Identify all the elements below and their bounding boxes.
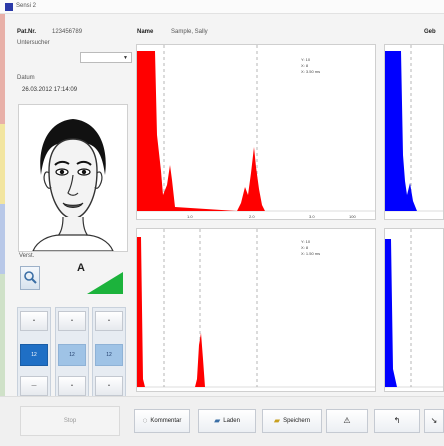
patient-name-label: Name [137,29,154,35]
load-button[interactable]: ▰ Laden [198,409,256,433]
undo-icon: ↰ [393,416,401,425]
bottom-toolbar: Stop ◌ Kommentar ▰ Laden ▰ Speichern ⚠ ↰… [0,396,444,446]
more-button[interactable]: ↘ [424,409,444,433]
channel-3-down-button[interactable]: • [95,376,123,396]
readout-line: X: 3.50 ms [301,69,321,74]
comment-label: Kommentar [150,418,182,424]
waveform-panel-bottom-right[interactable] [384,228,444,392]
arrow-icon: ↘ [430,416,438,425]
amplitude-ramp-icon [87,272,123,294]
comment-button[interactable]: ◌ Kommentar [134,409,190,433]
waveform-plot-2 [137,229,375,388]
zoom-button[interactable] [20,266,40,290]
patient-panel: Pat.Nr. 123456789 Untersucher ▼ Datum 26… [14,26,132,426]
amplitude-control[interactable] [87,272,123,294]
portrait-sketch-icon [32,119,114,252]
axis-tick-label: 1.0 [187,214,193,219]
waveform-plot-4 [385,229,443,388]
save-icon: ▰ [273,416,281,425]
undo-button[interactable]: ↰ [374,409,420,433]
channel-1-down-button[interactable]: — [20,376,48,396]
window-title: Sensi 2 [16,3,37,9]
channel-3-up-button[interactable]: • [95,311,123,331]
channel-2-up-button[interactable]: • [58,311,86,331]
left-color-strip [0,14,5,446]
channel-3-value-button[interactable]: 12 [95,344,123,366]
channel-2-value-button[interactable]: 12 [58,344,86,366]
axis-tick-label: 3.0 [309,214,315,219]
save-button[interactable]: ▰ Speichern [262,409,322,433]
patient-id-label: Pat.Nr. [17,29,37,35]
magnifier-icon [24,271,37,284]
app-icon [5,3,13,11]
stop-button[interactable]: Stop [20,406,120,436]
waveform-panel-bottom-left[interactable]: Y: 10 X: 8 X: 1.50 ms [136,228,376,392]
save-label: Speichern [283,418,311,424]
date-value: 26.03.2012 17:14:09 [22,87,78,93]
folder-open-icon: ▰ [214,416,221,425]
patient-name-value: Sample, Sally [171,29,208,35]
birthdate-label: Geb [424,29,436,35]
app-window: Sensi 2 Pat.Nr. 123456789 Untersucher ▼ … [0,0,444,446]
date-label: Datum [17,75,35,81]
warning-triangle-icon: ⚠ [343,416,351,425]
axis-tick-label: 100 [349,214,356,219]
load-label: Laden [223,418,240,424]
examiner-label: Untersucher [17,40,50,46]
patient-id-value: 123456789 [52,29,83,35]
examiner-dropdown[interactable]: ▼ [80,52,132,63]
channel-2-down-button[interactable]: • [58,376,86,396]
waveform-plot-1: 1.0 2.0 3.0 100 [137,45,375,219]
title-bar: Sensi 2 [0,0,444,14]
channel-1-value-button[interactable]: 12 [20,344,48,366]
comment-icon: ◌ [142,416,148,425]
patient-portrait [18,104,128,252]
readout-line: X: 1.50 ms [301,251,321,256]
waveform-panel-top-left[interactable]: 1.0 2.0 3.0 100 Y: 10 X: 8 X: 3.50 ms [136,44,376,220]
axis-tick-label: 2.0 [249,214,255,219]
waveform-panel-top-right[interactable] [384,44,444,220]
channel-1-up-button[interactable]: • [20,311,48,331]
readout-panel-2: Y: 10 X: 8 X: 1.50 ms [301,239,320,257]
waveform-plot-3 [385,45,443,212]
chevron-down-icon: ▼ [123,55,128,61]
readout-panel-1: Y: 10 X: 8 X: 3.50 ms [301,57,320,75]
view-label: Verst. [19,253,35,259]
warning-button[interactable]: ⚠ [326,409,368,433]
amplitude-letter: A [77,262,85,274]
